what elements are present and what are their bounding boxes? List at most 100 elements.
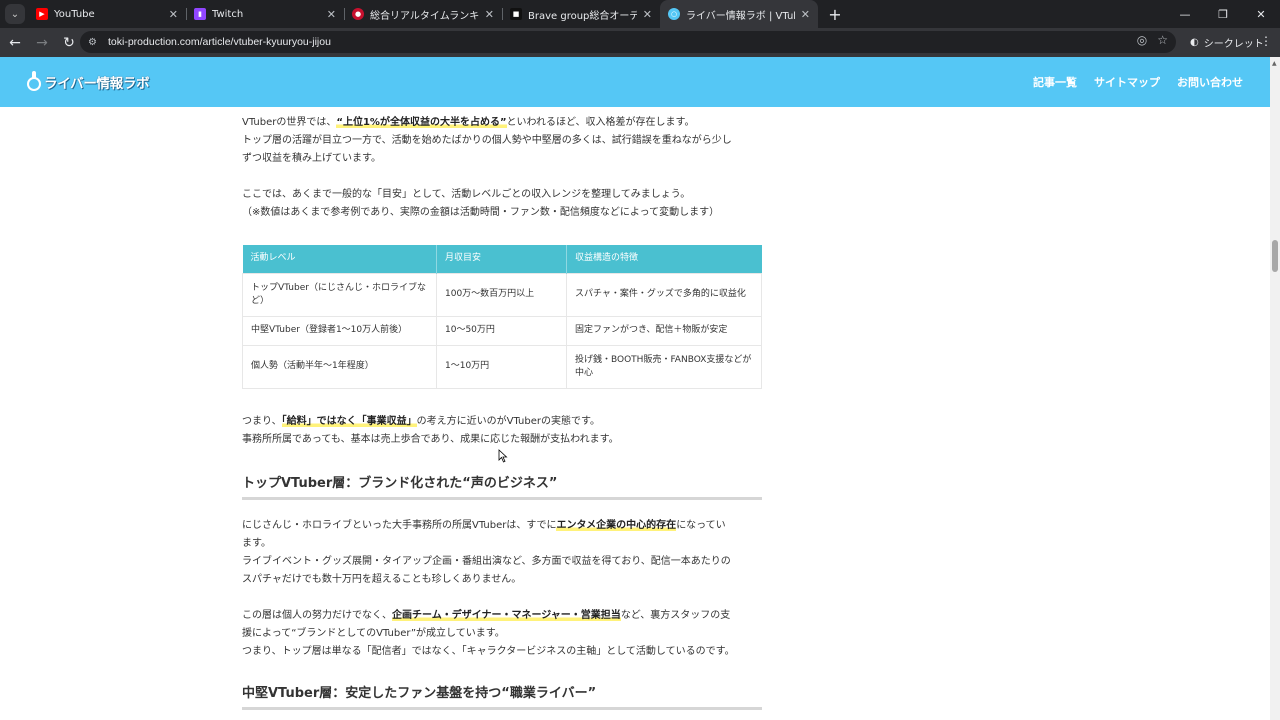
back-button[interactable]: ← bbox=[3, 31, 27, 55]
table-header: 収益構造の特徴 bbox=[566, 245, 762, 273]
page-scrollbar[interactable]: ▲ bbox=[1270, 57, 1280, 720]
site-info-icon[interactable]: ⚙ bbox=[88, 37, 104, 48]
tab-title: ライバー情報ラボ | VTuber給料事情 bbox=[686, 10, 795, 22]
nav-article-list[interactable]: 記事一覧 bbox=[1033, 74, 1077, 90]
ranking-icon: ● bbox=[352, 8, 364, 20]
tab-title: Brave group総合オーディションフォ bbox=[528, 10, 637, 22]
logo-icon bbox=[26, 71, 42, 93]
site-logo[interactable]: ライバー情報ラボ bbox=[26, 71, 150, 93]
paragraph: トップ層の活躍が目立つ一方で、活動を始めたばかりの個人勢や中堅層の多くは、試行錯… bbox=[242, 132, 762, 168]
menu-icon[interactable]: ⋮ bbox=[1260, 34, 1272, 48]
text: （※数値はあくまで参考例であり、実際の金額は活動時間・ファン数・配信頻度などによ… bbox=[242, 207, 720, 218]
close-window-icon[interactable]: ✕ bbox=[1242, 0, 1280, 28]
tab-strip: ⌄ ▶ YouTube ✕ ▮ Twitch ✕ ● 総合リアルタイムランキング… bbox=[0, 0, 1280, 28]
new-tab-button[interactable]: + bbox=[824, 5, 846, 24]
table-row: 中堅VTuber（登録者1〜10万人前後） 10〜50万円 固定ファンがつき、配… bbox=[242, 315, 762, 346]
eye-off-icon[interactable]: ◎ bbox=[1137, 33, 1147, 47]
tab-search-button[interactable]: ⌄ bbox=[5, 4, 25, 24]
paragraph: にじさんじ・ホロライブといった大手事務所の所属VTuberは、すでにエンタメ企業… bbox=[242, 517, 762, 589]
table-header: 月収目安 bbox=[436, 245, 567, 273]
highlight-text: 企画チーム・デザイナー・マネージャー・営業担当 bbox=[392, 609, 621, 621]
reload-button[interactable]: ↻ bbox=[57, 31, 81, 55]
url-text: toki-production.com/article/vtuber-kyuur… bbox=[108, 36, 331, 48]
close-tab-icon[interactable]: ✕ bbox=[801, 8, 810, 21]
table-cell: スパチャ・案件・グッズで多角的に収益化 bbox=[566, 272, 762, 317]
forward-button[interactable]: → bbox=[30, 31, 54, 55]
url-path: /article/vtuber-kyuuryou-jijou bbox=[199, 36, 331, 48]
close-tab-icon[interactable]: ✕ bbox=[643, 8, 652, 21]
text: トップ層の活躍が目立つ一方で、活動を始めたばかりの個人勢や中堅層の多くは、試行錯… bbox=[242, 135, 732, 146]
logo-text: ライバー情報ラボ bbox=[44, 76, 150, 92]
text: など、裏方スタッフの支 bbox=[620, 609, 731, 621]
mouse-cursor-icon bbox=[498, 449, 508, 463]
tab-brave-group[interactable]: ■ Brave group総合オーディションフォ ✕ bbox=[502, 0, 660, 28]
tab-liver-lab[interactable]: ○ ライバー情報ラボ | VTuber給料事情 ✕ bbox=[660, 0, 818, 28]
section-heading: トップVTuber層：ブランド化された“声のビジネス” bbox=[242, 473, 762, 500]
income-table: 活動レベル 月収目安 収益構造の特徴 トップVTuber（にじさんじ・ホロライブ… bbox=[242, 245, 762, 389]
text: になってい bbox=[676, 519, 726, 531]
site-nav: 記事一覧 サイトマップ お問い合わせ bbox=[1033, 74, 1243, 90]
restore-icon[interactable]: ❐ bbox=[1204, 0, 1242, 28]
table-cell: 中堅VTuber（登録者1〜10万人前後） bbox=[242, 315, 437, 346]
nav-sitemap[interactable]: サイトマップ bbox=[1094, 74, 1160, 90]
url-host: toki-production.com bbox=[108, 36, 200, 48]
table-row: トップVTuber（にじさんじ・ホロライブなど） 100万〜数百万円以上 スパチ… bbox=[242, 272, 762, 317]
text: ここでは、あくまで一般的な「目安」として、活動レベルごとの収入レンジを整理してみ… bbox=[242, 189, 691, 200]
text: VTuberの世界では、 bbox=[242, 117, 337, 128]
tab-title: 総合リアルタイムランキング | 配信者 bbox=[370, 10, 479, 22]
close-tab-icon[interactable]: ✕ bbox=[169, 8, 178, 21]
tab-twitch[interactable]: ▮ Twitch ✕ bbox=[186, 0, 344, 28]
lab-icon: ○ bbox=[668, 8, 680, 20]
incognito-indicator[interactable]: ◐ シークレット bbox=[1184, 31, 1270, 53]
brave-icon: ■ bbox=[510, 8, 522, 20]
text: にじさんじ・ホロライブといった大手事務所の所属VTuberは、すでに bbox=[242, 519, 557, 531]
incognito-icon: ◐ bbox=[1190, 36, 1199, 48]
scroll-up-icon[interactable]: ▲ bbox=[1272, 60, 1277, 67]
text: スパチャだけでも数十万円を超えることも珍しくありません。 bbox=[242, 573, 522, 585]
text: の考え方に近いのがVTuberの実態です。 bbox=[416, 415, 600, 427]
address-bar[interactable]: ⚙ toki-production.com/article/vtuber-kyu… bbox=[80, 31, 1176, 53]
section-heading: 中堅VTuber層：安定したファン基盤を持つ“職業ライバー” bbox=[242, 683, 762, 710]
browser-toolbar: ← → ↻ ⚙ toki-production.com/article/vtub… bbox=[0, 28, 1280, 57]
text: この層は個人の努力だけでなく、 bbox=[242, 609, 392, 621]
highlight-text: “上位1%が全体収益の大半を占める” bbox=[336, 117, 507, 128]
tab-title: Twitch bbox=[212, 8, 244, 20]
table-cell: 100万〜数百万円以上 bbox=[436, 272, 567, 317]
text: ます。 bbox=[242, 537, 271, 549]
table-cell: 10〜50万円 bbox=[436, 315, 567, 346]
close-tab-icon[interactable]: ✕ bbox=[327, 8, 336, 21]
paragraph: ここでは、あくまで一般的な「目安」として、活動レベルごとの収入レンジを整理してみ… bbox=[242, 186, 762, 222]
text: ずつ収益を積み上げています。 bbox=[242, 153, 381, 164]
bookmark-star-icon[interactable]: ☆ bbox=[1157, 33, 1168, 47]
paragraph: つまり、「給料」ではなく「事業収益」の考え方に近いのがVTuberの実態です。事… bbox=[242, 413, 762, 449]
text: 援によって“ブランドとしてのVTuber”が成立しています。 bbox=[242, 627, 505, 639]
table-cell: 投げ銭・BOOTH販売・FANBOX支援などが中心 bbox=[566, 344, 762, 389]
text: ライブイベント・グッズ展開・タイアップ企画・番組出演など、多方面で収益を得ており… bbox=[242, 555, 731, 567]
highlight-text: 「給料」ではなく「事業収益」 bbox=[281, 415, 417, 427]
close-tab-icon[interactable]: ✕ bbox=[485, 8, 494, 21]
highlight-text: エンタメ企業の中心的存在 bbox=[556, 519, 677, 531]
table-header-row: 活動レベル 月収目安 収益構造の特徴 bbox=[242, 245, 762, 273]
paragraph: この層は個人の努力だけでなく、企画チーム・デザイナー・マネージャー・営業担当など… bbox=[242, 607, 762, 661]
table-cell: トップVTuber（にじさんじ・ホロライブなど） bbox=[242, 272, 437, 317]
text: つまり、トップ層は単なる「配信者」ではなく、「キャラクタービジネスの主軸」として… bbox=[242, 645, 735, 657]
youtube-icon: ▶ bbox=[36, 8, 48, 20]
paragraph: VTuberの世界では、“上位1%が全体収益の大半を占める”といわれるほど、収入… bbox=[242, 114, 762, 132]
minimize-icon[interactable]: — bbox=[1166, 0, 1204, 28]
scroll-thumb[interactable] bbox=[1272, 240, 1278, 272]
nav-contact[interactable]: お問い合わせ bbox=[1177, 74, 1243, 90]
tab-ranking[interactable]: ● 総合リアルタイムランキング | 配信者 ✕ bbox=[344, 0, 502, 28]
text: 事務所所属であっても、基本は売上歩合であり、成果に応じた報酬が支払われます。 bbox=[242, 433, 619, 445]
tab-title: YouTube bbox=[54, 8, 95, 20]
tab-youtube[interactable]: ▶ YouTube ✕ bbox=[28, 0, 186, 28]
site-header: ライバー情報ラボ 記事一覧 サイトマップ お問い合わせ bbox=[0, 57, 1270, 107]
table-header: 活動レベル bbox=[242, 245, 437, 273]
table-cell: 1〜10万円 bbox=[436, 344, 567, 389]
text: つまり、 bbox=[242, 415, 282, 427]
incognito-label: シークレット bbox=[1203, 38, 1264, 50]
twitch-icon: ▮ bbox=[194, 8, 206, 20]
table-row: 個人勢（活動半年〜1年程度） 1〜10万円 投げ銭・BOOTH販売・FANBOX… bbox=[242, 344, 762, 389]
text: といわれるほど、収入格差が存在します。 bbox=[506, 117, 695, 128]
table-cell: 固定ファンがつき、配信＋物販が安定 bbox=[566, 315, 762, 346]
article-body: VTuberの世界では、“上位1%が全体収益の大半を占める”といわれるほど、収入… bbox=[242, 114, 762, 710]
